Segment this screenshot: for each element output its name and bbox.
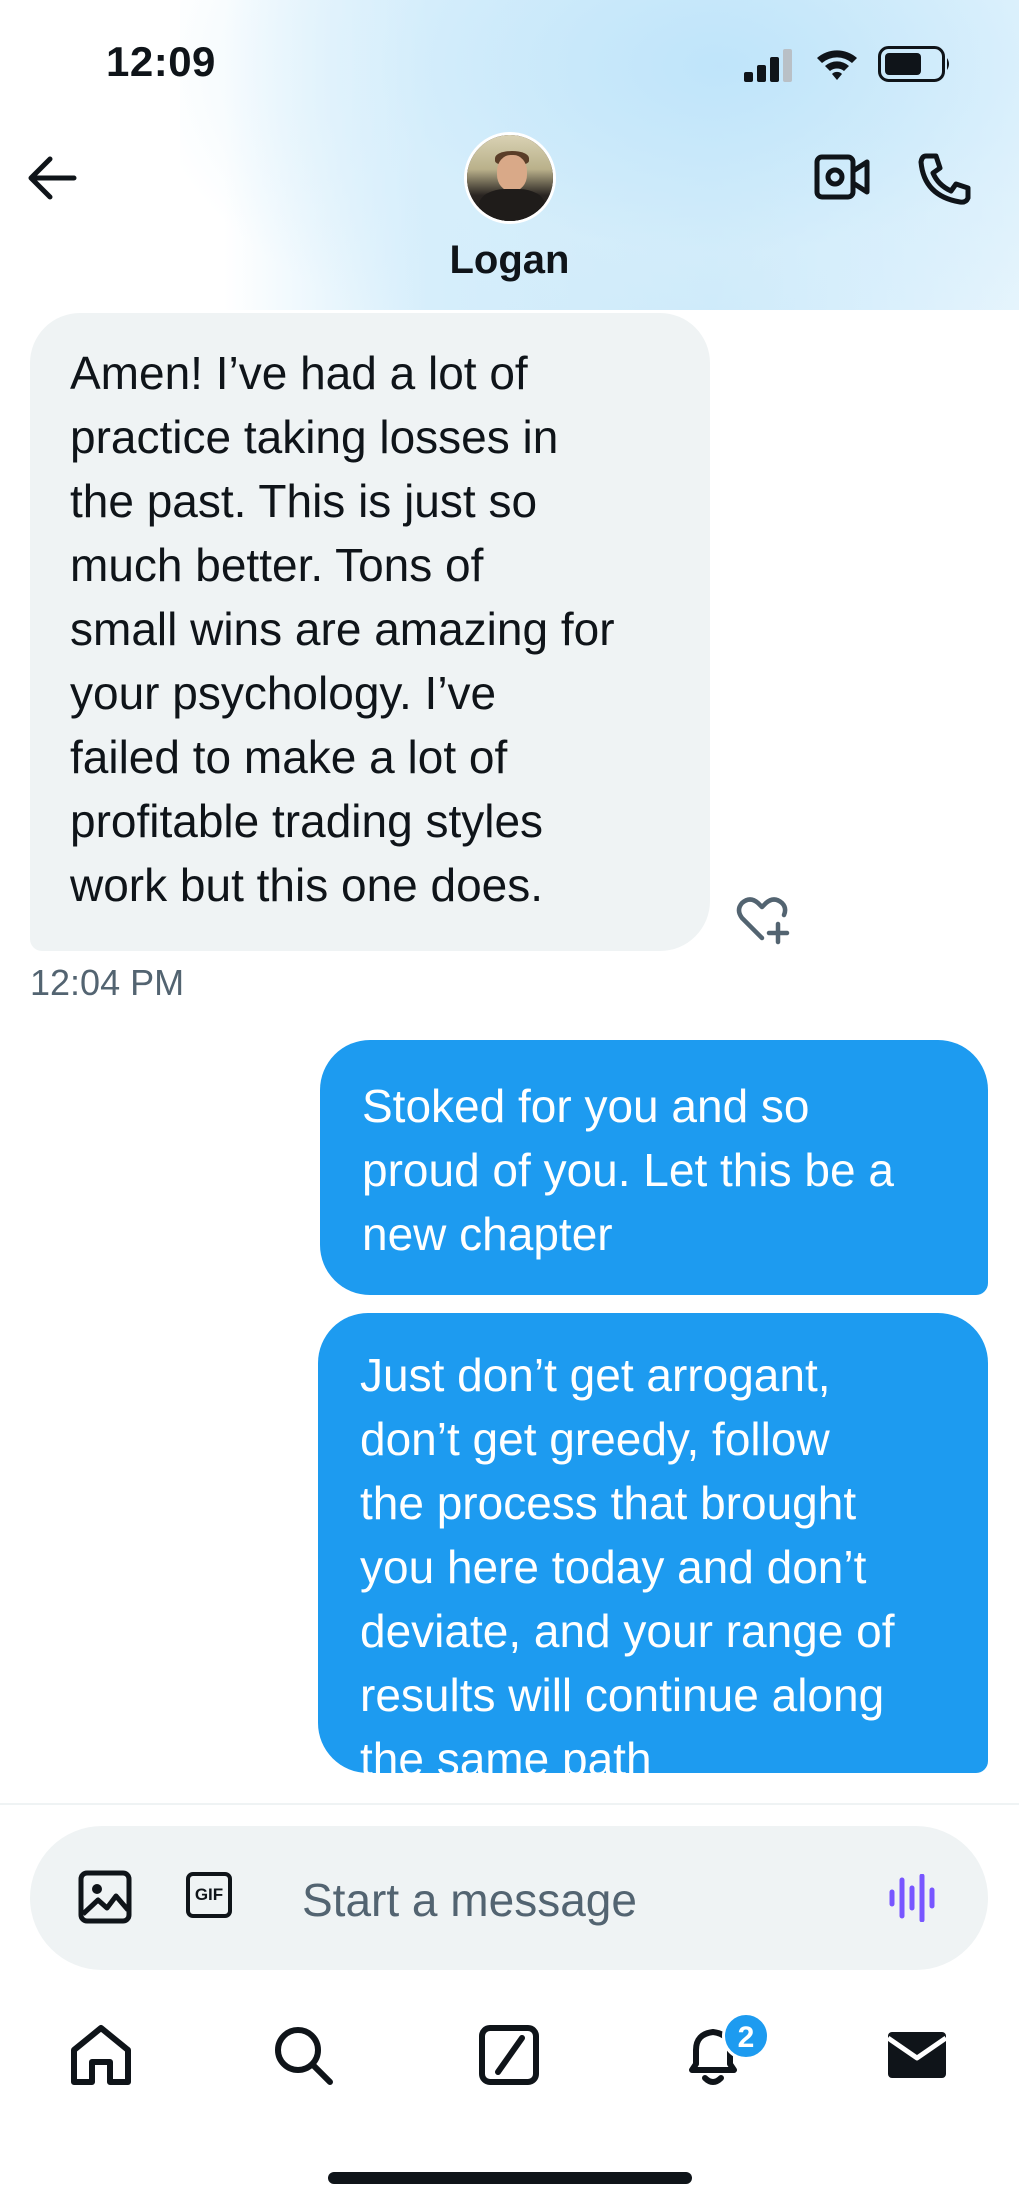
sent-message[interactable]: Stoked for you and so proud of you. Let … [320, 1040, 988, 1295]
message-composer: GIF [30, 1826, 988, 1970]
received-message[interactable]: Amen! I’ve had a lot of practice taking … [30, 313, 710, 951]
battery-icon [878, 46, 949, 82]
voice-message-icon[interactable] [888, 1874, 938, 1922]
messages-icon[interactable] [882, 2020, 952, 2090]
contact-name[interactable]: Logan [0, 238, 1019, 283]
back-arrow-icon[interactable] [26, 154, 78, 202]
search-icon[interactable] [268, 2020, 338, 2090]
message-input[interactable] [300, 1864, 864, 1936]
cellular-signal-icon [744, 49, 792, 82]
phone-icon[interactable] [918, 152, 972, 206]
add-reaction-heart-icon[interactable] [734, 894, 790, 946]
avatar[interactable] [464, 132, 556, 224]
grok-icon[interactable] [474, 2020, 544, 2090]
gif-icon[interactable]: GIF [186, 1872, 232, 1918]
image-icon[interactable] [78, 1870, 132, 1924]
composer-divider [0, 1803, 1019, 1805]
home-icon[interactable] [66, 2020, 136, 2090]
status-time: 12:09 [106, 38, 216, 85]
video-camera-icon[interactable] [814, 152, 870, 202]
wifi-icon [817, 50, 857, 80]
message-timestamp: 12:04 PM [30, 962, 185, 1003]
sent-message[interactable]: Just don’t get arrogant, don’t get greed… [318, 1313, 988, 1785]
home-indicator [328, 2172, 692, 2184]
notifications-badge: 2 [722, 2012, 770, 2060]
